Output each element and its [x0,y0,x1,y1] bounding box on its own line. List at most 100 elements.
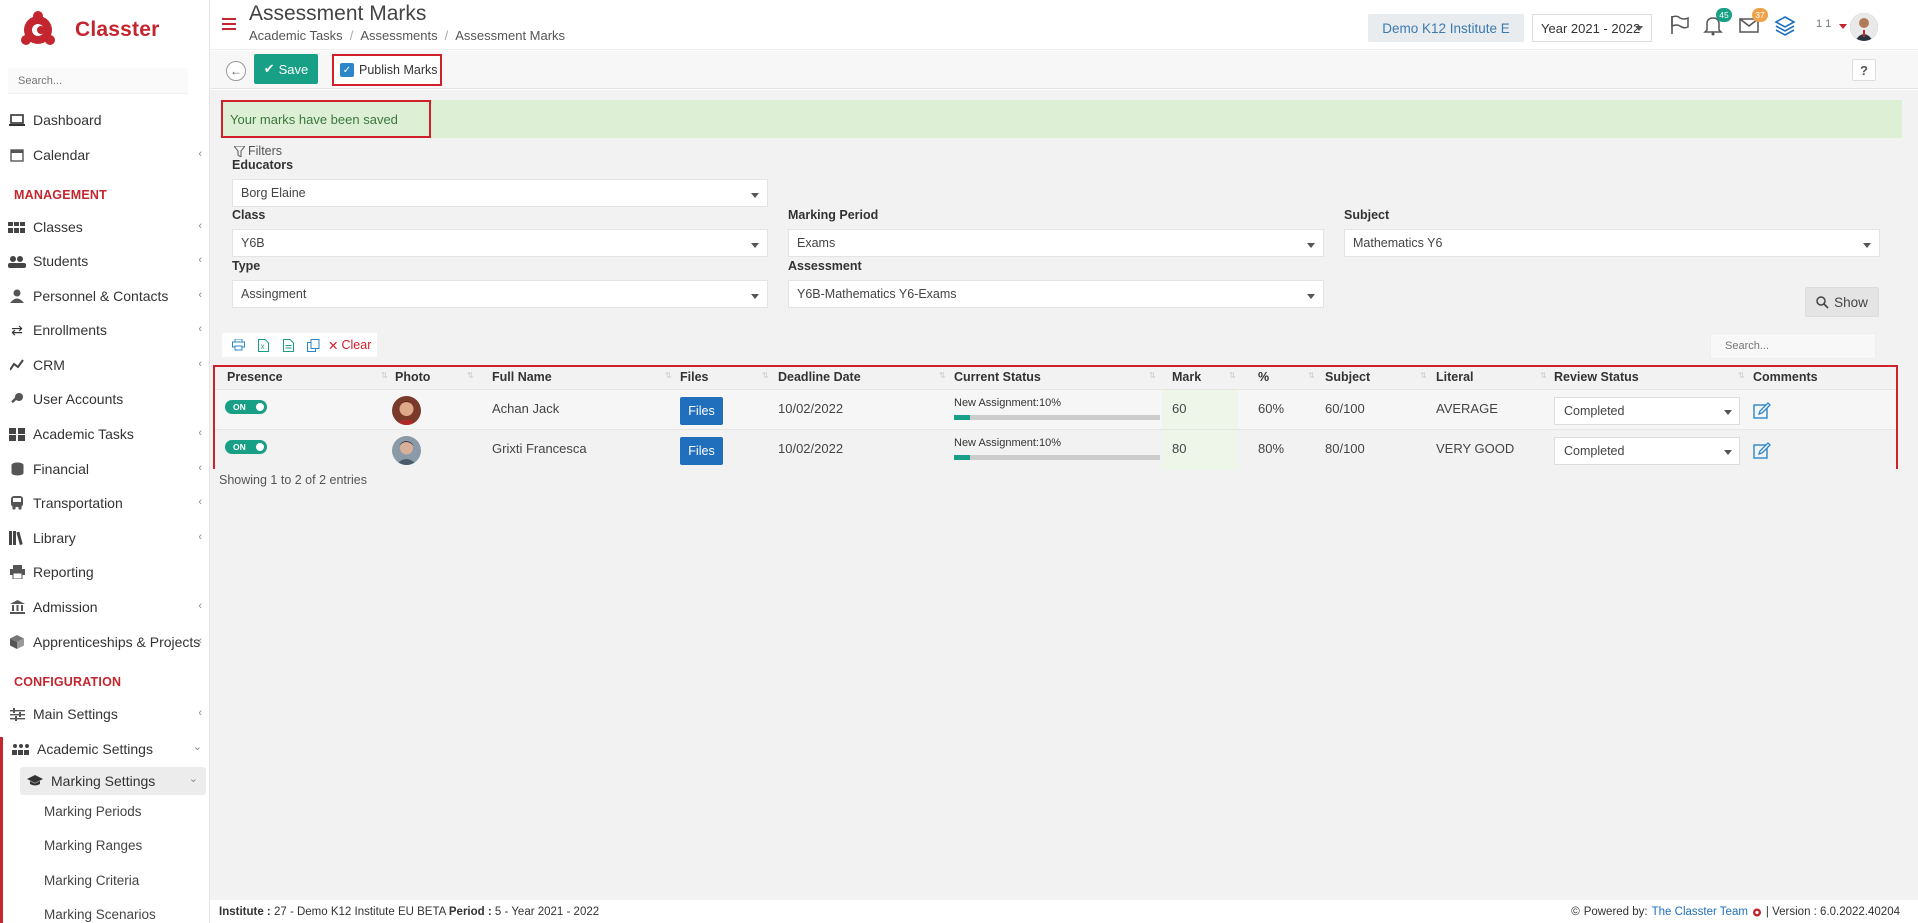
print-icon[interactable] [228,336,248,354]
sidebar-item-dashboard[interactable]: Dashboard [0,105,210,135]
success-alert: Your marks have been saved [222,100,1902,138]
caret-down-icon[interactable] [1839,24,1847,29]
classes-icon [8,220,26,234]
sort-icon[interactable]: ⇅ [1149,371,1156,381]
sidebar-item-admission[interactable]: Admission ‹ [0,592,210,622]
breadcrumb-item[interactable]: Academic Tasks [249,28,343,43]
filters-header[interactable]: Filters [234,144,282,158]
layers-icon[interactable] [1774,14,1796,36]
sidebar-item-academic-settings[interactable]: Academic Settings ⌄ [4,734,210,764]
csv-icon[interactable] [278,336,298,354]
sidebar-item-label: Classes [33,219,83,235]
sidebar-item-personnel[interactable]: Personnel & Contacts ‹ [0,281,210,311]
column-header-presence[interactable]: Presence [227,370,283,384]
sidebar-sub-marking-periods[interactable]: Marking Periods [44,804,142,819]
caret-down-icon [751,193,759,198]
sidebar-search-input[interactable] [8,68,188,94]
review-status-select[interactable]: Completed [1554,397,1740,425]
marking-period-select[interactable]: Exams [788,229,1324,257]
sort-icon[interactable]: ⇅ [762,371,769,381]
classter-team-link[interactable]: The Classter Team [1652,906,1748,918]
sidebar-sub-marking-scenarios[interactable]: Marking Scenarios [44,907,156,922]
sort-icon[interactable]: ⇅ [1420,371,1427,381]
sort-icon[interactable]: ⇅ [381,371,388,381]
sidebar-item-calendar[interactable]: Calendar ‹ [0,140,210,170]
clear-button[interactable]: ✕ Clear [328,338,371,353]
sidebar-item-reporting[interactable]: Reporting [0,557,210,587]
column-header-full-name[interactable]: Full Name [492,370,552,384]
back-button[interactable]: ← [226,61,246,81]
menu-toggle-icon[interactable] [222,18,236,30]
files-button[interactable]: Files [680,397,723,425]
sidebar-item-academic-tasks[interactable]: Academic Tasks ‹ [0,419,210,449]
type-select[interactable]: Assingment [232,280,768,308]
sort-icon[interactable]: ⇅ [1229,371,1236,381]
sidebar-item-apprenticeships[interactable]: Apprenticeships & Projects ‹ [0,627,210,657]
breadcrumb-item[interactable]: Assessments [360,28,437,43]
caret-down-icon [751,294,759,299]
sidebar-item-main-settings[interactable]: Main Settings ‹ [0,699,210,729]
sort-icon[interactable]: ⇅ [665,371,672,381]
student-name[interactable]: Achan Jack [492,401,559,416]
sidebar-item-crm[interactable]: CRM ‹ [0,350,210,380]
sidebar-item-enrollments[interactable]: ⇄ Enrollments ‹ [0,315,210,345]
subject-select[interactable]: Mathematics Y6 [1344,229,1880,257]
sidebar-sub-marking-ranges[interactable]: Marking Ranges [44,838,142,853]
envelope-icon[interactable]: 37 [1738,8,1768,36]
help-button[interactable]: ? [1852,59,1876,81]
caret-down-icon [1863,243,1871,248]
educators-select[interactable]: Borg Elaine [232,179,768,207]
excel-icon[interactable]: X [253,336,273,354]
copy-icon[interactable] [303,336,323,354]
close-icon: ✕ [328,338,339,353]
sidebar-sub-marking-criteria[interactable]: Marking Criteria [44,873,139,888]
sidebar-item-classes[interactable]: Classes ‹ [0,212,210,242]
sort-icon[interactable]: ⇅ [1738,371,1745,381]
table-search-input[interactable] [1710,333,1876,359]
column-header-files[interactable]: Files [680,370,709,384]
sidebar-item-user-accounts[interactable]: User Accounts [0,384,210,414]
caret-down-icon [1724,450,1732,455]
caret-down-icon [1307,243,1315,248]
sidebar-item-financial[interactable]: Financial ‹ [0,454,210,484]
publish-marks-checkbox[interactable]: ✓ Publish Marks [332,54,442,86]
show-button[interactable]: Show [1805,287,1879,317]
assessment-select[interactable]: Y6B-Mathematics Y6-Exams [788,280,1324,308]
column-header-mark[interactable]: Mark [1172,370,1201,384]
column-header-percent[interactable]: % [1258,370,1269,384]
flag-icon[interactable] [1668,14,1690,36]
logo[interactable]: Classter [20,8,159,52]
chevron-left-icon: ‹ [198,148,202,160]
sidebar-item-label: Apprenticeships & Projects [33,634,201,650]
edit-comment-icon[interactable] [1753,402,1771,420]
sort-icon[interactable]: ⇅ [467,371,474,381]
review-status-select[interactable]: Completed [1554,437,1740,465]
presence-toggle[interactable]: ON [225,400,267,414]
sidebar-item-library[interactable]: Library ‹ [0,523,210,553]
column-header-literal[interactable]: Literal [1436,370,1474,384]
educators-label: Educators [232,158,294,172]
column-header-comments[interactable]: Comments [1753,370,1818,384]
presence-toggle[interactable]: ON [225,440,267,454]
column-header-current-status[interactable]: Current Status [954,370,1041,384]
user-avatar[interactable] [1850,13,1878,41]
column-header-deadline[interactable]: Deadline Date [778,370,861,384]
sort-icon[interactable]: ⇅ [1308,371,1315,381]
edit-comment-icon[interactable] [1753,442,1771,460]
student-name[interactable]: Grixti Francesca [492,441,587,456]
sort-icon[interactable]: ⇅ [939,371,946,381]
class-select[interactable]: Y6B [232,229,768,257]
column-header-review-status[interactable]: Review Status [1554,370,1639,384]
sidebar-item-marking-settings[interactable]: Marking Settings ⌄ [18,766,206,796]
sort-icon[interactable]: ⇅ [1540,371,1547,381]
institute-button[interactable]: Demo K12 Institute E [1368,14,1524,42]
year-select[interactable]: Year 2021 - 2022 [1532,14,1652,42]
column-header-subject[interactable]: Subject [1325,370,1370,384]
column-header-photo[interactable]: Photo [395,370,430,384]
save-button[interactable]: ✔ Save [254,54,318,84]
sidebar-item-students[interactable]: Students ‹ [0,246,210,276]
sidebar-item-transportation[interactable]: Transportation ‹ [0,488,210,518]
sidebar-item-label: User Accounts [33,391,124,407]
bell-icon[interactable]: 45 [1702,8,1732,36]
files-button[interactable]: Files [680,437,723,465]
